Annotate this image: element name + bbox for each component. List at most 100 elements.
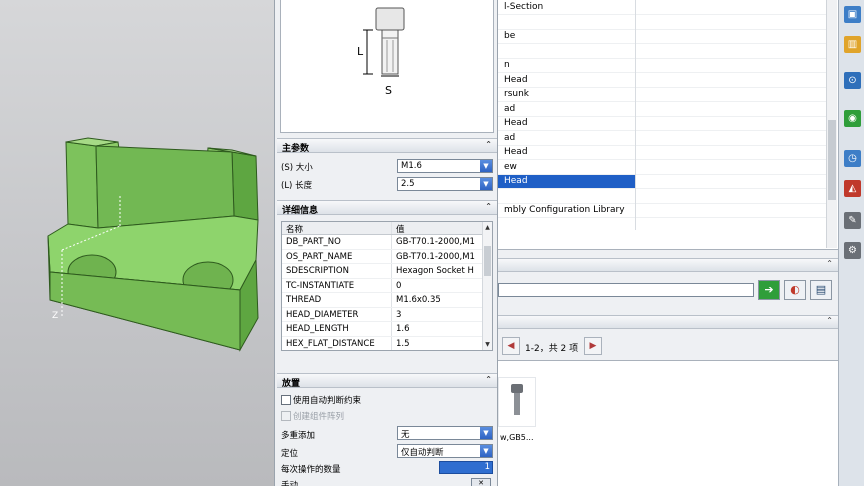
scroll-thumb[interactable] bbox=[484, 246, 491, 276]
auto-constraint-label: 使用自动判断约束 bbox=[293, 396, 362, 406]
orient-button[interactable]: ✕ bbox=[471, 478, 491, 486]
multi-add-label: 多重添加 bbox=[281, 431, 316, 441]
col-name: 名称 bbox=[282, 222, 392, 235]
results-panel[interactable]: w,GB5... bbox=[498, 360, 838, 486]
chevron-down-icon[interactable]: ▼ bbox=[480, 427, 492, 439]
auto-constraint-checkbox[interactable]: 使用自动判断约束 bbox=[281, 394, 361, 406]
size-label-text: (S) 大小 bbox=[281, 163, 313, 173]
bracket-part-model[interactable]: Z bbox=[0, 0, 274, 486]
library-scrollbar[interactable] bbox=[826, 0, 837, 248]
library-list[interactable]: l-Section be n Head rsunk ad Head ad Head ew Head m… bbox=[498, 0, 838, 250]
table-row[interactable]: DB_PART_NO GB-T70.1-2000,M1 bbox=[282, 235, 492, 250]
collapse-icon[interactable]: ⌃ bbox=[485, 140, 492, 149]
resource-icon-2[interactable]: ▥ bbox=[844, 36, 861, 53]
search-section-header[interactable]: ⌃ bbox=[498, 258, 838, 272]
attribute-table[interactable]: 名称 值 DB_PART_NO GB-T70.1-2000,M1 OS_PART_N… bbox=[281, 221, 493, 351]
collapse-icon[interactable]: ⌃ bbox=[826, 259, 833, 268]
length-label-text: (L) 长度 bbox=[281, 181, 313, 191]
list-item[interactable]: Head bbox=[504, 75, 528, 85]
scroll-down-icon[interactable]: ▼ bbox=[483, 341, 492, 348]
attr-value: Hexagon Socket H bbox=[396, 266, 474, 276]
placement-title: 放置 bbox=[282, 379, 301, 389]
details-header[interactable]: 详细信息 ⌃ bbox=[277, 200, 497, 216]
list-item[interactable]: n bbox=[504, 60, 510, 70]
table-row[interactable]: THREAD M1.6x0.35 bbox=[282, 293, 492, 308]
list-item[interactable]: Head bbox=[504, 118, 528, 128]
length-value: 2.5 bbox=[401, 179, 415, 189]
resource-icon-8[interactable]: ⚙ bbox=[844, 242, 861, 259]
list-item[interactable]: ad bbox=[504, 133, 515, 143]
svg-text:Z: Z bbox=[52, 311, 58, 321]
table-row[interactable]: HEAD_LENGTH 1.6 bbox=[282, 322, 492, 337]
attr-name: THREAD bbox=[282, 293, 392, 307]
collapse-icon[interactable]: ⌃ bbox=[485, 375, 492, 384]
attr-value: 1.6 bbox=[396, 324, 410, 334]
row-divider bbox=[498, 130, 828, 131]
chevron-down-icon[interactable]: ▼ bbox=[480, 178, 492, 190]
search-mask-icon[interactable]: ◐ bbox=[784, 280, 806, 300]
length-combo[interactable]: 2.5 ▼ bbox=[397, 177, 493, 191]
table-row[interactable]: SDESCRIPTION Hexagon Socket H bbox=[282, 264, 492, 279]
chevron-down-icon[interactable]: ▼ bbox=[480, 445, 492, 457]
length-label: L bbox=[357, 45, 364, 58]
collapse-icon[interactable]: ⌃ bbox=[826, 316, 833, 325]
table-row[interactable]: HEAD_DIAMETER 3 bbox=[282, 307, 492, 322]
attr-name: OS_PART_NAME bbox=[282, 249, 392, 263]
checkbox-box[interactable] bbox=[281, 395, 291, 405]
resource-icon-7[interactable]: ✎ bbox=[844, 212, 861, 229]
list-item[interactable]: Head bbox=[504, 147, 528, 157]
row-divider bbox=[498, 86, 828, 88]
prev-page-icon[interactable]: ◀ bbox=[502, 337, 520, 355]
graphics-viewport[interactable]: Z bbox=[0, 0, 274, 486]
socket-screw-diagram: L S bbox=[357, 7, 405, 97]
next-page-icon[interactable]: ▶ bbox=[584, 337, 602, 355]
multi-add-value: 无 bbox=[401, 430, 410, 440]
row-divider bbox=[498, 101, 828, 102]
row-divider bbox=[498, 57, 828, 59]
table-row[interactable]: HEX_FLAT_DISTANCE 1.5 bbox=[282, 336, 492, 350]
go-arrow-icon[interactable]: ➔ bbox=[758, 280, 780, 300]
result-thumbnail[interactable] bbox=[498, 377, 536, 427]
attr-name: SDESCRIPTION bbox=[282, 264, 392, 278]
reuse-library-window: l-Section be n Head rsunk ad Head ad Head ew Head m… bbox=[498, 0, 838, 486]
document-icon[interactable]: ▤ bbox=[810, 280, 832, 300]
table-row[interactable]: OS_PART_NAME GB-T70.1-2000,M1 bbox=[282, 249, 492, 264]
results-section-header[interactable]: ⌃ bbox=[498, 315, 838, 329]
main-params-header[interactable]: 主参数 ⌃ bbox=[277, 138, 497, 154]
resource-icon-3[interactable]: ⊙ bbox=[844, 72, 861, 89]
collapse-icon[interactable]: ⌃ bbox=[485, 202, 492, 211]
position-label: 定位 bbox=[281, 449, 299, 459]
table-scrollbar[interactable]: ▲ ▼ bbox=[482, 222, 492, 350]
size-combo[interactable]: M1.6 ▼ bbox=[397, 159, 493, 173]
attr-value: 0 bbox=[396, 280, 402, 291]
position-combo[interactable]: 仅自动判断 ▼ bbox=[397, 444, 493, 458]
row-divider bbox=[498, 202, 828, 204]
resource-icon-5[interactable]: ◷ bbox=[844, 150, 861, 167]
count-input[interactable]: 1 bbox=[439, 461, 493, 474]
list-item[interactable]: l-Section bbox=[504, 2, 543, 12]
checkbox-box bbox=[281, 411, 291, 421]
size-value: M1.6 bbox=[401, 161, 422, 171]
multi-add-combo[interactable]: 无 ▼ bbox=[397, 426, 493, 440]
placement-header[interactable]: 放置 ⌃ bbox=[277, 373, 497, 389]
list-item[interactable]: Head bbox=[504, 176, 528, 186]
chevron-down-icon[interactable]: ▼ bbox=[480, 160, 492, 172]
list-item[interactable]: rsunk bbox=[504, 89, 529, 99]
resource-bar: ▣ ▥ ⊙ ◉ ◷ ◭ ✎ ⚙ bbox=[838, 0, 864, 486]
scroll-thumb[interactable] bbox=[828, 120, 836, 200]
table-row[interactable]: TC-INSTANTIATE 0 bbox=[282, 278, 492, 293]
position-value: 仅自动判断 bbox=[401, 448, 444, 458]
list-item[interactable]: mbly Configuration Library bbox=[504, 205, 625, 215]
row-divider bbox=[498, 144, 828, 146]
create-array-label: 创建组件阵列 bbox=[293, 412, 345, 422]
resource-icon-6[interactable]: ◭ bbox=[844, 180, 861, 197]
list-item[interactable]: ad bbox=[504, 104, 515, 114]
details-title: 详细信息 bbox=[282, 206, 319, 216]
pager-text: 1-2，共 2 项 bbox=[525, 344, 579, 354]
list-item[interactable]: be bbox=[504, 31, 515, 41]
list-item[interactable]: ew bbox=[504, 162, 517, 172]
search-input[interactable] bbox=[498, 283, 754, 297]
resource-icon-4[interactable]: ◉ bbox=[844, 110, 861, 127]
scroll-up-icon[interactable]: ▲ bbox=[483, 224, 492, 231]
resource-icon-1[interactable]: ▣ bbox=[844, 6, 861, 23]
